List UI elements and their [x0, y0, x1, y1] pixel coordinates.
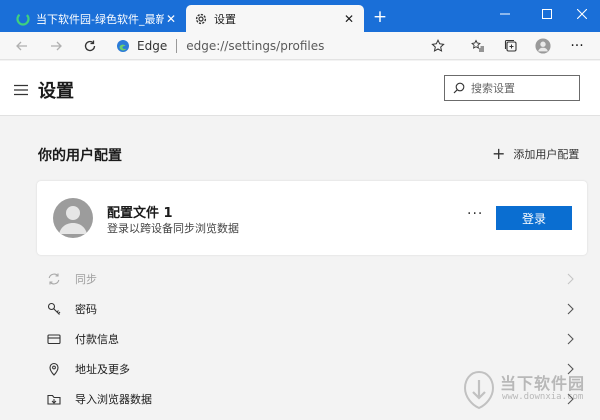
profile-more-button[interactable]: ···: [467, 206, 483, 222]
favorites-icon[interactable]: [470, 38, 486, 54]
settings-item-payment[interactable]: 付款信息: [37, 324, 587, 354]
browser-toolbar: Edge edge://settings/profiles ···: [0, 32, 600, 60]
section-title: 你的用户配置: [38, 148, 122, 164]
page-title: 设置: [38, 81, 74, 102]
add-profile-button[interactable]: + 添加用户配置: [492, 146, 579, 162]
plus-icon: +: [492, 144, 506, 163]
edge-logo-icon: [116, 38, 132, 54]
forward-arrow-icon[interactable]: [46, 36, 66, 56]
search-input[interactable]: [471, 81, 571, 95]
collections-icon[interactable]: [503, 38, 519, 54]
location-pin-icon: [45, 360, 63, 378]
search-box[interactable]: [444, 75, 580, 101]
profile-card: 配置文件 1 登录以跨设备同步浏览数据 ··· 登录: [37, 181, 587, 255]
hamburger-menu-icon[interactable]: [14, 81, 28, 96]
title-bar: 当下软件园-绿色软件_最新绿色 ✕ 设置 ✕ +: [0, 0, 600, 32]
favorite-star-icon[interactable]: [431, 38, 447, 54]
credit-card-icon: [45, 330, 63, 348]
settings-item-label: 同步: [75, 273, 97, 286]
sign-in-button[interactable]: 登录: [496, 206, 572, 230]
tab-title: 当下软件园-绿色软件_最新绿色: [36, 12, 164, 26]
key-icon: [45, 300, 63, 318]
tab-downxia[interactable]: 当下软件园-绿色软件_最新绿色 ✕: [8, 5, 186, 32]
refresh-icon[interactable]: [80, 36, 100, 56]
address-url[interactable]: edge://settings/profiles: [186, 39, 324, 53]
import-icon: [45, 390, 63, 408]
more-menu-icon[interactable]: ···: [569, 38, 585, 54]
minimize-icon[interactable]: [485, 0, 525, 28]
tab-title: 设置: [214, 12, 236, 26]
address-bar[interactable]: Edge edge://settings/profiles: [108, 34, 454, 58]
watermark-name: 当下软件园: [500, 374, 586, 393]
search-icon: [453, 79, 465, 98]
close-tab-icon[interactable]: ✕: [164, 12, 178, 26]
chevron-right-icon: [563, 333, 577, 345]
settings-item-label: 密码: [75, 303, 97, 316]
watermark: 当下软件园 www.downxia.com: [462, 364, 600, 420]
chevron-right-icon: [563, 303, 577, 315]
profile-avatar-icon[interactable]: [535, 38, 551, 54]
downxia-logo-icon: [462, 370, 496, 410]
profile-subtitle: 登录以跨设备同步浏览数据: [107, 222, 239, 235]
close-window-icon[interactable]: [562, 0, 600, 28]
watermark-url: www.downxia.com: [502, 392, 584, 402]
new-tab-button[interactable]: +: [370, 5, 390, 29]
settings-header: 设置: [0, 61, 600, 116]
chevron-right-icon: [563, 273, 577, 285]
address-separator: [176, 39, 178, 53]
settings-item-sync[interactable]: 同步: [37, 264, 587, 294]
profile-name: 配置文件 1: [107, 206, 173, 221]
maximize-icon[interactable]: [527, 0, 567, 28]
add-profile-label: 添加用户配置: [513, 148, 580, 161]
back-arrow-icon[interactable]: [12, 36, 32, 56]
address-brand: Edge: [137, 39, 168, 53]
avatar: [53, 198, 93, 238]
edge-loading-icon: [16, 11, 30, 26]
settings-item-label: 付款信息: [75, 333, 119, 346]
sync-icon: [45, 270, 63, 288]
settings-item-passwords[interactable]: 密码: [37, 294, 587, 324]
close-tab-icon[interactable]: ✕: [342, 12, 356, 26]
gear-icon: [194, 12, 208, 26]
tab-settings[interactable]: 设置 ✕: [186, 5, 364, 32]
